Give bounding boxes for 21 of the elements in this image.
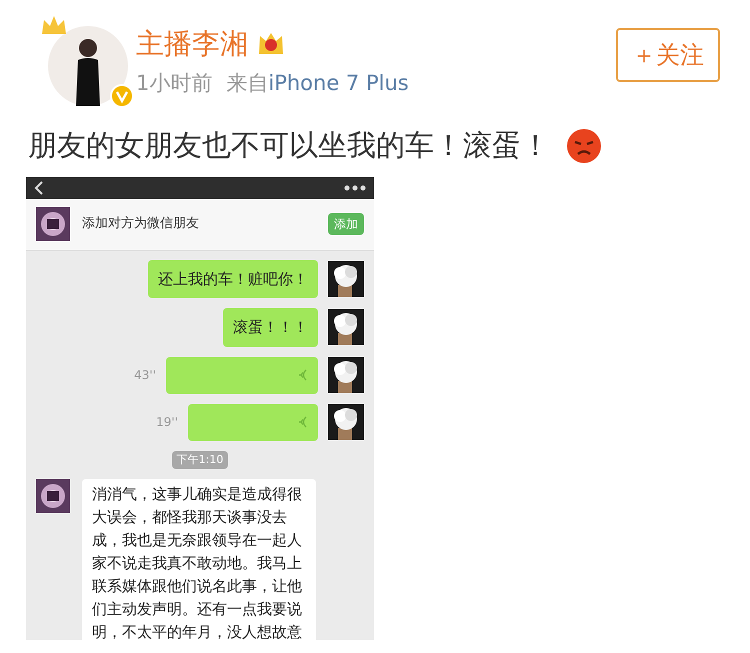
message-bubble: 还上我的车！赃吧你！ — [148, 260, 318, 298]
add-button[interactable]: 添加 — [328, 213, 364, 235]
timestamp: 下午1:10 — [172, 450, 228, 469]
message-bubble: 滚蛋！！！ — [223, 308, 318, 346]
author-name[interactable]: 主播李湘 — [136, 26, 248, 62]
post-text: 朋友的女朋友也不可以坐我的车！滚蛋！ — [28, 127, 550, 164]
verified-badge-icon — [110, 84, 134, 108]
more-icon[interactable] — [344, 184, 366, 190]
voice-duration: 19'' — [156, 414, 178, 431]
post-time: 1小时前 — [136, 70, 212, 97]
follow-button[interactable]: ＋关注 — [616, 28, 720, 82]
message-bubble: 消消气，这事儿确实是造成得很大误会，都怪我那天谈事没去成，我也是无奈跟领导在一起人家不说走我真不敢动地。我马上联系媒体跟他们说名此事，让他们主动发声明。还有一点我要说明，不太平的年月，没人想故意 — [82, 479, 316, 640]
sound-wave-icon — [298, 369, 308, 381]
voice-duration: 43'' — [134, 367, 156, 384]
sound-wave-icon — [298, 416, 308, 428]
angry-face-icon — [566, 128, 602, 164]
back-icon[interactable] — [34, 180, 44, 194]
add-friend-text: 添加对方为微信朋友 — [82, 215, 200, 234]
source-label: 来自 — [226, 70, 268, 97]
crown-icon — [40, 14, 68, 36]
source-link[interactable]: iPhone 7 Plus — [268, 68, 409, 100]
